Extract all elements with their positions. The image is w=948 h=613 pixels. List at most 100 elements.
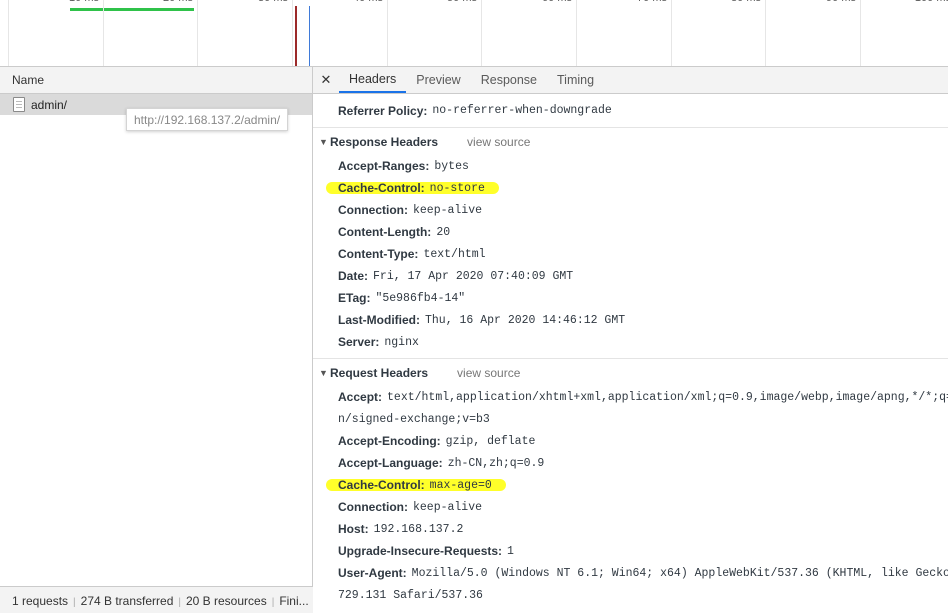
request-header-cache-control: Cache-Control: max-age=0 bbox=[313, 474, 948, 496]
request-header-upgrade-insecure-requests: Upgrade-Insecure-Requests: 1 bbox=[313, 540, 948, 562]
detail-tab-bar: ✕ Headers Preview Response Timing bbox=[313, 67, 948, 94]
timeline-tick-label: 10 ms bbox=[39, 0, 99, 4]
header-value: no-referrer-when-downgrade bbox=[432, 104, 612, 117]
header-name: User-Agent: bbox=[338, 566, 407, 580]
timeline-tick-label: 70 ms bbox=[607, 0, 667, 4]
request-header-accept-continuation: n/signed-exchange;v=b3 bbox=[313, 408, 948, 430]
document-icon bbox=[13, 97, 25, 112]
close-icon[interactable]: ✕ bbox=[313, 67, 339, 93]
header-name: Host: bbox=[338, 522, 369, 536]
timeline-gridline bbox=[387, 0, 388, 66]
triangle-down-icon: ▼ bbox=[319, 136, 328, 147]
timeline-edge bbox=[8, 0, 9, 66]
header-value: "5e986fb4-14" bbox=[375, 291, 466, 305]
header-name: Accept: bbox=[338, 390, 383, 404]
response-header-etag: ETag: "5e986fb4-14" bbox=[313, 287, 948, 309]
request-header-user-agent-continuation: 729.131 Safari/537.36 bbox=[313, 584, 948, 606]
timeline-tick-label: 80 ms bbox=[701, 0, 761, 4]
load-marker bbox=[309, 6, 310, 66]
header-value: Fri, 17 Apr 2020 07:40:09 GMT bbox=[373, 269, 574, 283]
header-name: Upgrade-Insecure-Requests: bbox=[338, 544, 503, 558]
header-name: Accept-Ranges: bbox=[338, 159, 430, 173]
timeline-tick-label: 30 ms bbox=[228, 0, 288, 4]
header-name: Date: bbox=[338, 269, 369, 283]
header-name: Content-Type: bbox=[338, 247, 419, 261]
tab-preview[interactable]: Preview bbox=[406, 67, 470, 93]
header-value: zh-CN,zh;q=0.9 bbox=[447, 456, 545, 470]
request-waterfall-bar bbox=[70, 8, 194, 11]
header-value: Mozilla/5.0 (Windows NT 6.1; Win64; x64)… bbox=[411, 566, 948, 580]
header-value: 192.168.137.2 bbox=[373, 522, 464, 536]
header-name: Cache-Control: bbox=[338, 181, 425, 195]
tab-response[interactable]: Response bbox=[471, 67, 547, 93]
header-value: nginx bbox=[384, 335, 419, 349]
header-name: Last-Modified: bbox=[338, 313, 420, 327]
headers-content: Referrer Policy: no-referrer-when-downgr… bbox=[313, 94, 948, 606]
header-name: Content-Length: bbox=[338, 225, 432, 239]
request-header-connection: Connection: keep-alive bbox=[313, 496, 948, 518]
request-list-pane: Name admin/ http://192.168.137.2/admin/ … bbox=[0, 67, 313, 613]
timeline-tick-label: 60 ms bbox=[512, 0, 572, 4]
header-value: 20 bbox=[436, 225, 451, 239]
header-name: Connection: bbox=[338, 500, 408, 514]
status-separator: | bbox=[178, 597, 181, 608]
header-value: keep-alive bbox=[413, 500, 483, 514]
timeline-tick-label: 40 ms bbox=[323, 0, 383, 4]
response-header-cache-control: Cache-Control: no-store bbox=[313, 177, 948, 199]
header-name: Referrer Policy: bbox=[338, 103, 428, 118]
header-value: 1 bbox=[507, 544, 514, 558]
header-name: Server: bbox=[338, 335, 380, 349]
header-value: no-store bbox=[429, 181, 485, 195]
response-header-last-modified: Last-Modified: Thu, 16 Apr 2020 14:46:12… bbox=[313, 309, 948, 331]
url-tooltip: http://192.168.137.2/admin/ bbox=[126, 108, 289, 131]
domcontentloaded-marker bbox=[295, 6, 297, 66]
status-transferred: 274 B transferred bbox=[80, 594, 174, 608]
timeline-gridline bbox=[671, 0, 672, 66]
header-name: Connection: bbox=[338, 203, 408, 217]
header-value: bytes bbox=[434, 159, 469, 173]
response-header-accept-ranges: Accept-Ranges: bytes bbox=[313, 155, 948, 177]
header-value-continuation: n/signed-exchange;v=b3 bbox=[338, 412, 490, 426]
response-header-date: Date: Fri, 17 Apr 2020 07:40:09 GMT bbox=[313, 265, 948, 287]
name-column-header[interactable]: Name bbox=[0, 67, 312, 94]
response-header-connection: Connection: keep-alive bbox=[313, 199, 948, 221]
header-value: Thu, 16 Apr 2020 14:46:12 GMT bbox=[425, 313, 626, 327]
tab-headers[interactable]: Headers bbox=[339, 67, 407, 93]
request-header-accept: Accept: text/html,application/xhtml+xml,… bbox=[313, 386, 948, 408]
timeline-gridline bbox=[481, 0, 482, 66]
header-value: text/html bbox=[423, 247, 486, 261]
request-headers-section[interactable]: ▼ Request Headers view source bbox=[313, 358, 948, 386]
section-title: Response Headers bbox=[330, 134, 439, 149]
view-source-link[interactable]: view source bbox=[457, 366, 520, 380]
timeline-gridline bbox=[576, 0, 577, 66]
response-headers-section[interactable]: ▼ Response Headers view source bbox=[313, 127, 948, 155]
highlight-mark: Cache-Control: no-store bbox=[326, 181, 499, 195]
status-bar: 1 requests | 274 B transferred | 20 B resour… bbox=[0, 586, 313, 613]
status-separator: | bbox=[73, 597, 76, 608]
timeline-gridline bbox=[292, 0, 293, 66]
timeline-tick-label: 50 ms bbox=[417, 0, 477, 4]
view-source-link[interactable]: view source bbox=[467, 135, 530, 149]
header-name: Cache-Control: bbox=[338, 478, 425, 492]
header-name: Accept-Encoding: bbox=[338, 434, 441, 448]
header-name: Accept-Language: bbox=[338, 456, 443, 470]
status-resources: 20 B resources bbox=[185, 594, 267, 608]
timeline-gridline bbox=[765, 0, 766, 66]
status-separator: | bbox=[271, 597, 275, 608]
timeline-gridline bbox=[860, 0, 861, 66]
highlight-mark: Cache-Control: max-age=0 bbox=[326, 478, 506, 492]
request-header-accept-encoding: Accept-Encoding: gzip, deflate bbox=[313, 430, 948, 452]
request-name: admin/ bbox=[31, 97, 68, 112]
timeline-overview[interactable]: 10 ms 20 ms 30 ms 40 ms 50 ms 60 ms 70 ms 80 ms… bbox=[0, 0, 948, 67]
timeline-gridline bbox=[197, 0, 198, 66]
header-value-continuation: 729.131 Safari/537.36 bbox=[338, 588, 483, 602]
header-value: keep-alive bbox=[413, 203, 483, 217]
tab-timing[interactable]: Timing bbox=[547, 67, 604, 93]
request-header-accept-language: Accept-Language: zh-CN,zh;q=0.9 bbox=[313, 452, 948, 474]
request-header-user-agent: User-Agent: Mozilla/5.0 (Windows NT 6.1;… bbox=[313, 562, 948, 584]
header-referrer-policy: Referrer Policy: no-referrer-when-downgr… bbox=[313, 94, 948, 127]
timeline-tick-label: 20 ms bbox=[133, 0, 193, 4]
request-detail-pane: ✕ Headers Preview Response Timing Referr… bbox=[313, 67, 948, 613]
header-value: max-age=0 bbox=[429, 478, 492, 492]
status-requests: 1 requests bbox=[12, 594, 69, 608]
